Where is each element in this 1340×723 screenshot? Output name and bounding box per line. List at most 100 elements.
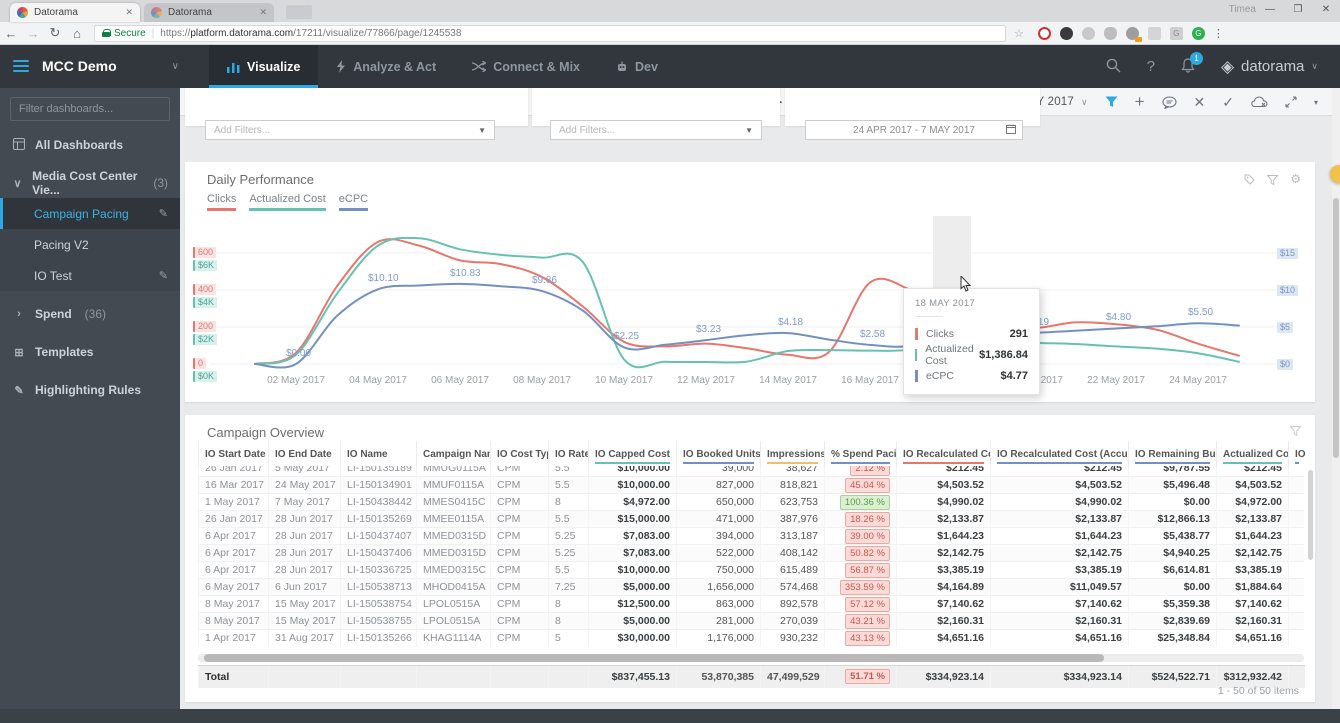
tooltip-series-color-bar [915, 348, 918, 361]
sidebar-item-all-dashboards[interactable]: All Dashboards [0, 130, 180, 160]
browser-tab-1[interactable]: Datorama ✕ [10, 3, 140, 22]
widget-filter-funnel-icon[interactable] [1266, 172, 1279, 190]
filter-dashboards-input[interactable]: Filter dashboards... [10, 97, 170, 121]
table-row[interactable]: 8 May 2017 15 May 2017 LI-150538755 LPOL051… [198, 612, 1304, 630]
table-row[interactable]: 16 Mar 2017 24 May 2017 LI-150134901 MMUF01… [198, 476, 1304, 494]
extension-icon-2[interactable] [1059, 26, 1073, 40]
home-button[interactable]: ⌂ [66, 26, 88, 41]
tab-close-icon[interactable]: ✕ [259, 7, 267, 18]
hamburger-menu-icon[interactable] [13, 60, 29, 88]
legend-item-clicks[interactable]: Clicks [207, 193, 237, 211]
nav-tab-label: Dev [635, 59, 658, 74]
table-row[interactable]: 6 Apr 2017 28 Jun 2017 LI-150336725 MMED031… [198, 561, 1304, 579]
column-header-io-end-date[interactable]: IO End Date [268, 441, 341, 467]
date-filter-input[interactable]: 24 APR 2017 - 7 MAY 2017 [805, 120, 1023, 140]
window-minimize-button[interactable]: — [1256, 0, 1284, 22]
sidebar-item-io-test[interactable]: IO Test ✎ [0, 260, 180, 291]
table-row[interactable]: 26 Jan 2017 5 May 2017 LI-150135189 MMUG011… [198, 466, 1304, 477]
table-row[interactable]: 8 May 2017 15 May 2017 LI-150538754 LPOL051… [198, 595, 1304, 613]
column-header--spend-pacing[interactable]: % Spend Pacing [824, 441, 897, 467]
browser-profile-name[interactable]: Timea [1229, 4, 1256, 15]
back-button[interactable]: ← [0, 26, 22, 41]
sidebar-item-campaign-pacing[interactable]: Campaign Pacing ✎ [0, 198, 180, 229]
date-range-chevron-icon[interactable]: ∨ [1081, 97, 1088, 108]
column-header-io-cost-type[interactable]: IO Cost Type [490, 441, 549, 467]
extension-icon-1[interactable] [1037, 26, 1051, 40]
column-header-io-recalculated-cost[interactable]: IO Recalculated Cost [896, 441, 991, 467]
table-row[interactable]: 6 Apr 2017 28 Jun 2017 LI-150437406 MMED031… [198, 544, 1304, 562]
table-row[interactable]: 1 May 2017 7 May 2017 LI-150438442 MMES0415… [198, 493, 1304, 511]
legend-item-actualized-cost[interactable]: Actualized Cost [249, 193, 326, 211]
window-maximize-button[interactable]: ❐ [1284, 0, 1312, 22]
new-tab-button[interactable] [286, 5, 312, 19]
sidebar-group-spend[interactable]: › Spend (36) [0, 299, 180, 329]
sidebar-item-templates[interactable]: ⊞ Templates [0, 337, 180, 367]
workspace-chevron-icon[interactable]: ∨ [172, 45, 179, 88]
add-filters-dropdown-2[interactable]: Add Filters... ▼ [550, 120, 762, 140]
extension-icon-3[interactable] [1081, 26, 1095, 40]
grammarly-icon[interactable]: G [1191, 26, 1205, 40]
extension-cloud-icon[interactable] [1103, 26, 1117, 40]
filter-funnel-icon[interactable] [1105, 96, 1118, 108]
page-scrollbar-thumb[interactable] [1333, 198, 1339, 458]
extension-icon-5[interactable] [1125, 26, 1142, 42]
search-icon[interactable] [1106, 58, 1121, 76]
column-header-io-recalculated-cost-accumulative-[interactable]: IO Recalculated Cost (Accumulative) [990, 441, 1129, 467]
column-header-actualized-cost[interactable]: Actualized Cost [1216, 441, 1289, 467]
column-header-io-booked-units[interactable]: IO Booked Units [676, 441, 761, 467]
table-row[interactable]: 1 Apr 2017 31 Aug 2017 LI-150135266 KHAG111… [198, 629, 1304, 647]
apply-check-icon[interactable]: ✓ [1222, 94, 1234, 111]
column-header-io-name[interactable]: IO Name [340, 441, 417, 467]
nav-tab-visualize[interactable]: Visualize [209, 45, 319, 88]
sidebar-item-highlighting-rules[interactable]: ✎ Highlighting Rules [0, 375, 180, 405]
highlight-tag-icon[interactable] [1244, 172, 1255, 190]
account-menu[interactable]: ◈ datorama ∨ [1221, 57, 1318, 77]
column-header-io-rate[interactable]: IO Rate [548, 441, 589, 467]
sidebar-group-media-cost-center[interactable]: ∨ Media Cost Center Vie... (3) [0, 168, 180, 198]
address-bar[interactable]: Secure | https://platform.datorama.com/1… [94, 24, 1006, 42]
tab-close-icon[interactable]: ✕ [125, 7, 133, 18]
cloud-sync-icon[interactable] [1251, 96, 1268, 108]
nav-tab-analyze-act[interactable]: Analyze & Act [318, 45, 454, 88]
column-header-io-capped-cost[interactable]: IO Capped Cost [588, 441, 677, 467]
column-header-io[interactable]: IO [1288, 441, 1305, 467]
browser-menu-icon[interactable]: ⋮ [1213, 27, 1224, 40]
widget-settings-gear-icon[interactable]: ⚙ [1290, 172, 1301, 190]
notifications-bell-icon[interactable]: 1 [1181, 51, 1203, 76]
nav-tab-connect-mix[interactable]: Connect & Mix [454, 45, 598, 88]
legend-item-ecpc[interactable]: eCPC [338, 193, 369, 211]
extension-icon-6[interactable] [1147, 26, 1161, 40]
extension-g-icon[interactable]: G [1169, 26, 1183, 40]
column-header-campaign-name[interactable]: Campaign Name ▾ [416, 441, 491, 467]
help-icon[interactable]: ? [1147, 58, 1155, 75]
table-vertical-scrollbar[interactable] [1308, 470, 1313, 560]
workspace-name[interactable]: MCC Demo [42, 45, 117, 88]
table-row[interactable]: 6 Apr 2017 28 Jun 2017 LI-150437407 MMED031… [198, 527, 1304, 545]
forward-button[interactable]: → [22, 26, 44, 41]
edit-pen-icon[interactable]: ✎ [159, 207, 168, 220]
expand-fullscreen-icon[interactable] [1285, 96, 1297, 108]
sidebar-item-label: All Dashboards [35, 138, 124, 152]
browser-tab-2[interactable]: Datorama ✕ [144, 3, 274, 22]
nav-tab-dev[interactable]: Dev [598, 45, 676, 88]
more-options-chevron-icon[interactable]: ▾ [1314, 98, 1318, 107]
widget-filter-funnel-icon[interactable] [1289, 423, 1302, 441]
table-row[interactable]: 26 Jan 2017 28 Jun 2017 LI-150135269 MMEE01… [198, 510, 1304, 528]
edit-pen-icon[interactable]: ✎ [159, 269, 168, 282]
refresh-button[interactable]: ↻ [44, 25, 66, 41]
comments-icon[interactable] [1161, 95, 1177, 109]
sidebar-item-pacing-v2[interactable]: Pacing V2 [0, 229, 180, 260]
column-header-io-remaining-budget[interactable]: IO Remaining Budget [1128, 441, 1217, 467]
table-horizontal-scrollbar[interactable] [198, 654, 1304, 662]
scrollbar-thumb[interactable] [204, 654, 1104, 662]
discard-x-icon[interactable]: ✕ [1194, 94, 1206, 111]
chart-area[interactable]: 600 $6K $15 400 $4K $10 200 $2K $5 0 $0K $0 $0.00 $1… [185, 216, 1315, 402]
bookmark-star-icon[interactable]: ☆ [1014, 27, 1024, 40]
window-close-button[interactable]: ✕ [1312, 0, 1340, 22]
add-filters-dropdown-1[interactable]: Add Filters... ▼ [205, 120, 495, 140]
column-header-impressions[interactable]: Impressions [760, 441, 825, 467]
y-axis-clicks-tick: 400 [193, 284, 217, 295]
table-row[interactable]: 6 May 2017 6 Jun 2017 LI-150538713 MHOD0415… [198, 578, 1304, 596]
column-header-io-start-date[interactable]: IO Start Date [198, 441, 269, 467]
add-widget-icon[interactable]: + [1135, 92, 1145, 112]
